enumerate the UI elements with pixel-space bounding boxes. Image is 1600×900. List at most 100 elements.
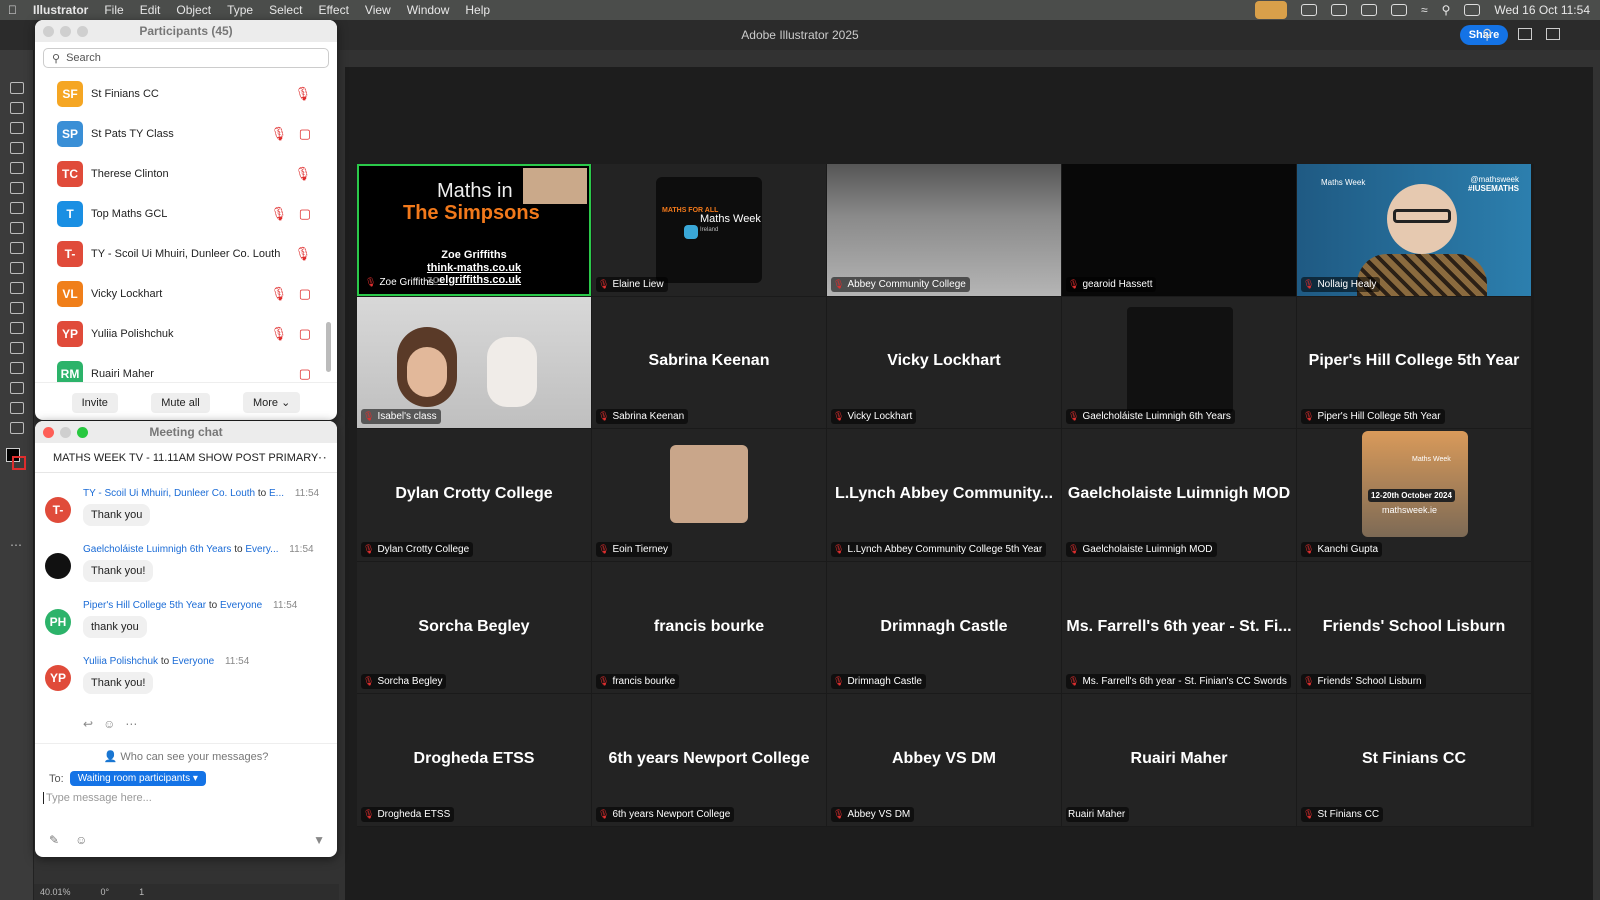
menu-file[interactable]: File <box>96 3 131 17</box>
menu-view[interactable]: View <box>357 3 399 17</box>
mute-all-button[interactable]: Mute all <box>151 392 210 413</box>
search-icon[interactable]: ⚲ <box>1442 3 1451 17</box>
video-tile[interactable]: Maths in The Simpsons Zoe Griffiths thin… <box>357 164 591 296</box>
creative-cloud-icon[interactable] <box>1330 4 1347 16</box>
recipient-name[interactable]: E... <box>269 488 284 499</box>
zoom-icon[interactable] <box>1300 4 1317 16</box>
clock[interactable]: Wed 16 Oct 11:54 <box>1494 3 1590 17</box>
sender-name[interactable]: Yuliia Polishchuk <box>83 656 158 667</box>
direct-selection-tool-icon[interactable] <box>10 102 24 114</box>
video-tile[interactable]: 🎙 Gaelcholáiste Luimnigh 6th Years <box>1062 296 1296 429</box>
video-tile[interactable]: Dylan Crotty College 🎙 Dylan Crotty Colleg… <box>357 429 591 561</box>
participant-row[interactable]: SP St Pats TY Class 🎙 ▢ <box>35 114 337 154</box>
artboard-number[interactable]: 1 <box>139 887 144 897</box>
emoji-icon[interactable]: ☺ <box>75 833 87 847</box>
artboard-tool-icon[interactable] <box>10 382 24 394</box>
mic-muted-icon[interactable]: 🎙 <box>294 166 311 182</box>
panel-toggle-icon[interactable] <box>1546 28 1560 40</box>
mic-muted-icon[interactable]: 🎙 <box>270 286 287 302</box>
eyedropper-tool-icon[interactable] <box>10 302 24 314</box>
menu-object[interactable]: Object <box>168 3 219 17</box>
close-button[interactable] <box>43 427 54 438</box>
lasso-tool-icon[interactable] <box>10 262 24 274</box>
chat-messages[interactable]: T- TY - Scoil Ui Mhuiri, Dunleer Co. Lou… <box>35 485 337 709</box>
video-tile[interactable]: Maths Week 12-20th October 2024 mathswee… <box>1297 429 1531 561</box>
screen-icon[interactable] <box>1360 4 1377 16</box>
symbol-tool-icon[interactable] <box>10 342 24 354</box>
video-tile[interactable]: 🎙 Abbey Community College <box>827 164 1061 296</box>
app-menu[interactable]: Illustrator <box>25 3 96 17</box>
mic-muted-icon[interactable]: 🎙 <box>270 206 287 222</box>
video-tile[interactable]: Sorcha Begley 🎙 Sorcha Begley <box>357 561 591 694</box>
participant-row[interactable]: T- TY - Scoil Ui Mhuiri, Dunleer Co. Lou… <box>35 234 337 274</box>
message-input[interactable]: Type message here... <box>43 792 152 804</box>
zoom-level[interactable]: 40.01% <box>40 887 71 897</box>
blend-tool-icon[interactable] <box>10 322 24 334</box>
minimize-button[interactable] <box>60 26 71 37</box>
more-button[interactable]: More ⌄ <box>242 392 301 413</box>
more-tools-icon[interactable]: ⋯ <box>10 538 22 552</box>
menu-edit[interactable]: Edit <box>132 3 169 17</box>
video-off-icon[interactable]: ▢ <box>299 206 311 222</box>
video-tile[interactable]: 6th years Newport College 🎙 6th years Newp… <box>592 694 826 826</box>
chat-message[interactable]: YP Yuliia Polishchuk to Everyone 11:54 T… <box>35 653 337 709</box>
who-can-see-link[interactable]: 👤 Who can see your messages? <box>35 743 337 763</box>
close-button[interactable] <box>43 26 54 37</box>
more-icon[interactable]: ⋯ <box>125 717 137 731</box>
search-icon[interactable]: ⚲ <box>1482 26 1492 43</box>
video-tile[interactable]: Friends' School Lisburn 🎙 Friends' School … <box>1297 561 1531 694</box>
curvature-tool-icon[interactable] <box>10 142 24 154</box>
zoom-tool-icon[interactable] <box>10 422 24 434</box>
mic-muted-icon[interactable]: 🎙 <box>294 86 311 102</box>
eraser-tool-icon[interactable] <box>10 242 24 254</box>
recipient-name[interactable]: Everyone <box>220 600 262 611</box>
menu-select[interactable]: Select <box>261 3 310 17</box>
video-off-icon[interactable]: ▢ <box>299 326 311 342</box>
format-icon[interactable]: ✎ <box>49 833 59 847</box>
send-icon[interactable]: ▼ <box>313 833 325 847</box>
chat-message[interactable]: PH Piper's Hill College 5th Year to Ever… <box>35 597 337 653</box>
menu-window[interactable]: Window <box>399 3 458 17</box>
video-tile[interactable]: Ruairi Maher Ruairi Maher <box>1062 694 1296 826</box>
gradient-tool-icon[interactable] <box>10 282 24 294</box>
video-tile[interactable]: Maths Week @mathsweek #IUSEMATHS 🎙 Nollai… <box>1297 164 1531 296</box>
shape-builder-tool-icon[interactable] <box>10 362 24 374</box>
sender-name[interactable]: Piper's Hill College 5th Year <box>83 600 206 611</box>
more-options-icon[interactable]: ⋯ <box>313 449 327 466</box>
participant-row[interactable]: SF St Finians CC 🎙 <box>35 74 337 114</box>
menu-help[interactable]: Help <box>457 3 498 17</box>
battery-icon[interactable] <box>1390 4 1407 16</box>
reply-icon[interactable]: ↩ <box>83 717 93 731</box>
video-off-icon[interactable]: ▢ <box>299 286 311 302</box>
apple-icon[interactable]:  <box>0 3 25 17</box>
control-center-icon[interactable] <box>1464 4 1481 16</box>
sender-name[interactable]: TY - Scoil Ui Mhuiri, Dunleer Co. Louth <box>83 488 255 499</box>
workspace-icon[interactable] <box>1518 28 1532 40</box>
participant-row[interactable]: TC Therese Clinton 🎙 <box>35 154 337 194</box>
video-tile[interactable]: Drimnagh Castle 🎙 Drimnagh Castle <box>827 561 1061 694</box>
video-tile[interactable]: Ms. Farrell's 6th year - St. Fi... 🎙 Ms. F… <box>1062 561 1296 694</box>
wifi-icon[interactable]: ≈ <box>1421 3 1428 17</box>
minimize-button[interactable] <box>60 427 71 438</box>
video-tile[interactable]: Abbey VS DM 🎙 Abbey VS DM <box>827 694 1061 826</box>
participant-row[interactable]: VL Vicky Lockhart 🎙 ▢ <box>35 274 337 314</box>
recipient-dropdown[interactable]: Waiting room participants ▾ <box>69 771 206 786</box>
scrollbar[interactable] <box>326 322 331 372</box>
mic-status-icon[interactable] <box>1254 1 1287 19</box>
participant-list[interactable]: SF St Finians CC 🎙 SP St Pats TY Class 🎙 ▢ TC… <box>35 74 337 382</box>
participant-row[interactable]: RM Ruairi Maher ▢ <box>35 354 337 382</box>
recipient-name[interactable]: Every... <box>245 544 278 555</box>
pen-tool-icon[interactable] <box>10 122 24 134</box>
recipient-name[interactable]: Everyone <box>172 656 214 667</box>
type-tool-icon[interactable] <box>10 202 24 214</box>
participant-row[interactable]: T Top Maths GCL 🎙 ▢ <box>35 194 337 234</box>
video-tile[interactable]: 🎙 Isabel's class <box>357 296 591 429</box>
emoji-react-icon[interactable]: ☺ <box>103 717 115 731</box>
invite-button[interactable]: Invite <box>71 392 118 413</box>
menu-effect[interactable]: Effect <box>310 3 356 17</box>
video-tile[interactable]: 🎙 Eoin Tierney <box>592 429 826 561</box>
video-tile[interactable]: Vicky Lockhart 🎙 Vicky Lockhart <box>827 296 1061 429</box>
mic-muted-icon[interactable]: 🎙 <box>270 326 287 342</box>
rectangle-tool-icon[interactable] <box>10 162 24 174</box>
video-tile[interactable]: Drogheda ETSS 🎙 Drogheda ETSS <box>357 694 591 826</box>
